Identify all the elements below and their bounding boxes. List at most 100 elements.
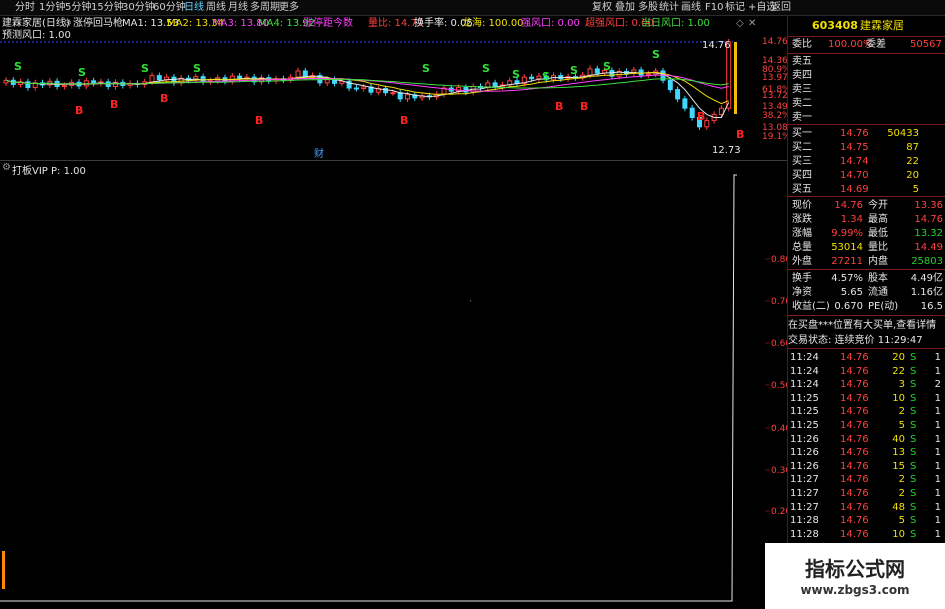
buy-mark: B	[736, 128, 744, 141]
indicator-name[interactable]: 涨停回马枪	[73, 17, 123, 30]
candle	[536, 75, 542, 80]
tick-count: 1	[934, 420, 941, 431]
stat-label: 现价	[792, 200, 812, 211]
bid-volume: 22	[906, 156, 919, 167]
buy-mark: B	[110, 98, 118, 111]
buy-mark: B	[697, 110, 705, 123]
collapse-icon[interactable]: ◇	[736, 17, 744, 30]
tick-time: 11:26	[790, 460, 819, 472]
stat-label-2: 量比	[868, 242, 888, 253]
toolbar-button-8[interactable]: 返回	[768, 1, 794, 15]
sub-axis: 0.800.700.600.500.400.300.200.10	[765, 255, 787, 560]
stat2-value-2: 4.49亿	[910, 273, 943, 284]
candle	[704, 120, 710, 128]
candlestick-chart[interactable]: B B BB BB BBBS S S S S S S S S SS财14.7612.73 14.7614.…	[0, 30, 787, 160]
price-tick: 14.76	[762, 37, 787, 47]
tick-row: 11:25 14.76 5 S 1	[788, 419, 945, 432]
ask-row[interactable]: 卖一	[788, 111, 945, 124]
bid-price: 14.70	[840, 170, 869, 181]
scroll-marker	[2, 551, 5, 589]
close-icon[interactable]: ✕	[748, 17, 756, 30]
ask-row[interactable]: 卖五	[788, 55, 945, 68]
tick-count: 1	[934, 474, 941, 486]
bid-row[interactable]: 买四 14.70 20	[788, 169, 945, 182]
stat-label: 涨幅	[792, 228, 812, 239]
weicha-value: 50567	[910, 39, 942, 50]
bid-label: 买四	[792, 170, 812, 181]
sell-mark: S	[603, 60, 611, 73]
sell-mark: S	[422, 62, 430, 75]
tick-volume: 22	[892, 365, 905, 377]
candle	[492, 82, 498, 88]
tick-time: 11:27	[790, 501, 819, 513]
bid-row[interactable]: 买二 14.75 87	[788, 141, 945, 154]
bid-row[interactable]: 买五 14.69 5	[788, 183, 945, 196]
tick-time: 11:25	[790, 420, 819, 431]
bid-row[interactable]: 买一 14.76 50433	[788, 127, 945, 140]
quote-panel: 603408 建霖家居 委比 100.00% 委差 50567 卖五 卖四 卖三 卖二…	[788, 16, 945, 609]
sub-indicator-chart[interactable]: 0.800.700.600.500.400.300.200.10	[0, 161, 787, 609]
candle	[324, 79, 330, 84]
tick-price: 14.76	[840, 420, 869, 431]
bid-label: 买三	[792, 156, 812, 167]
ask-row[interactable]: 卖四	[788, 69, 945, 82]
price-tick: 13.72	[762, 91, 787, 101]
tick-price: 14.76	[840, 365, 869, 377]
tick-price: 14.76	[840, 406, 869, 418]
tick-side: S	[910, 406, 917, 418]
tick-count: 2	[934, 379, 941, 391]
ask-label: 卖四	[792, 70, 812, 81]
bid-row[interactable]: 买三 14.74 22	[788, 155, 945, 168]
sub-tick-label: 0.20	[771, 507, 787, 517]
sell-mark: S	[512, 68, 520, 81]
toolbar-button-4[interactable]: 画线	[678, 1, 704, 15]
tick-price: 14.76	[840, 488, 869, 499]
watermark-title: 指标公式网	[805, 557, 905, 581]
limit-up-candle	[734, 42, 737, 114]
big-order-notice[interactable]: 在买盘***位置有大买单,查看详情	[788, 319, 945, 332]
candle	[667, 79, 673, 91]
bid-label: 买一	[792, 128, 812, 139]
tab-10[interactable]: 更多	[276, 1, 302, 15]
tick-time: 11:27	[790, 488, 819, 499]
tick-side: S	[910, 515, 917, 527]
stat-label-2: 最高	[868, 214, 888, 225]
sell-mark: S	[193, 62, 201, 75]
weibi-row: 委比 100.00% 委差 50567	[788, 38, 945, 51]
candle	[638, 69, 644, 76]
tick-side: S	[910, 474, 917, 486]
candle	[587, 68, 593, 76]
longhai-label: 龙海: 100.00	[462, 18, 524, 29]
candle	[25, 81, 31, 89]
stock-code: 603408	[812, 19, 858, 32]
tab-0[interactable]: 分时	[12, 1, 38, 15]
tick-row: 11:27 14.76 2 S 1	[788, 487, 945, 500]
candle	[397, 92, 403, 100]
candle	[149, 75, 155, 83]
sub-tick-label: 0.70	[771, 297, 787, 307]
stat2-value-2: 16.5	[920, 301, 943, 312]
bid-label: 买五	[792, 184, 812, 195]
stat-value: 9.99%	[831, 228, 863, 239]
stat2-row: 收益(二) 0.670 PE(动) 16.5	[788, 300, 945, 313]
sub-tick-label: 0.60	[771, 339, 787, 349]
tick-count: 1	[934, 447, 941, 459]
tick-side: S	[910, 365, 917, 377]
tick-side: S	[910, 528, 917, 540]
stat2-label-2: 股本	[868, 273, 888, 284]
candle	[514, 80, 520, 84]
tick-price: 14.76	[840, 392, 869, 404]
sub-tick-label: 0.80	[771, 255, 787, 265]
ask-row[interactable]: 卖二	[788, 97, 945, 110]
buy-mark: B	[400, 114, 408, 127]
stat-row: 外盘 27211 内盘 25803	[788, 255, 945, 268]
tick-time: 11:24	[790, 365, 819, 377]
stat-value: 14.76	[834, 200, 863, 211]
tick-price: 14.76	[840, 447, 869, 459]
ask-row[interactable]: 卖三	[788, 83, 945, 96]
tick-count: 1	[934, 460, 941, 472]
stat-value-2: 14.49	[914, 242, 943, 253]
price-tick: 13.97	[762, 73, 787, 83]
buy-mark: B	[580, 100, 588, 113]
limit-up-days-label: 涨停距今数	[303, 18, 353, 29]
